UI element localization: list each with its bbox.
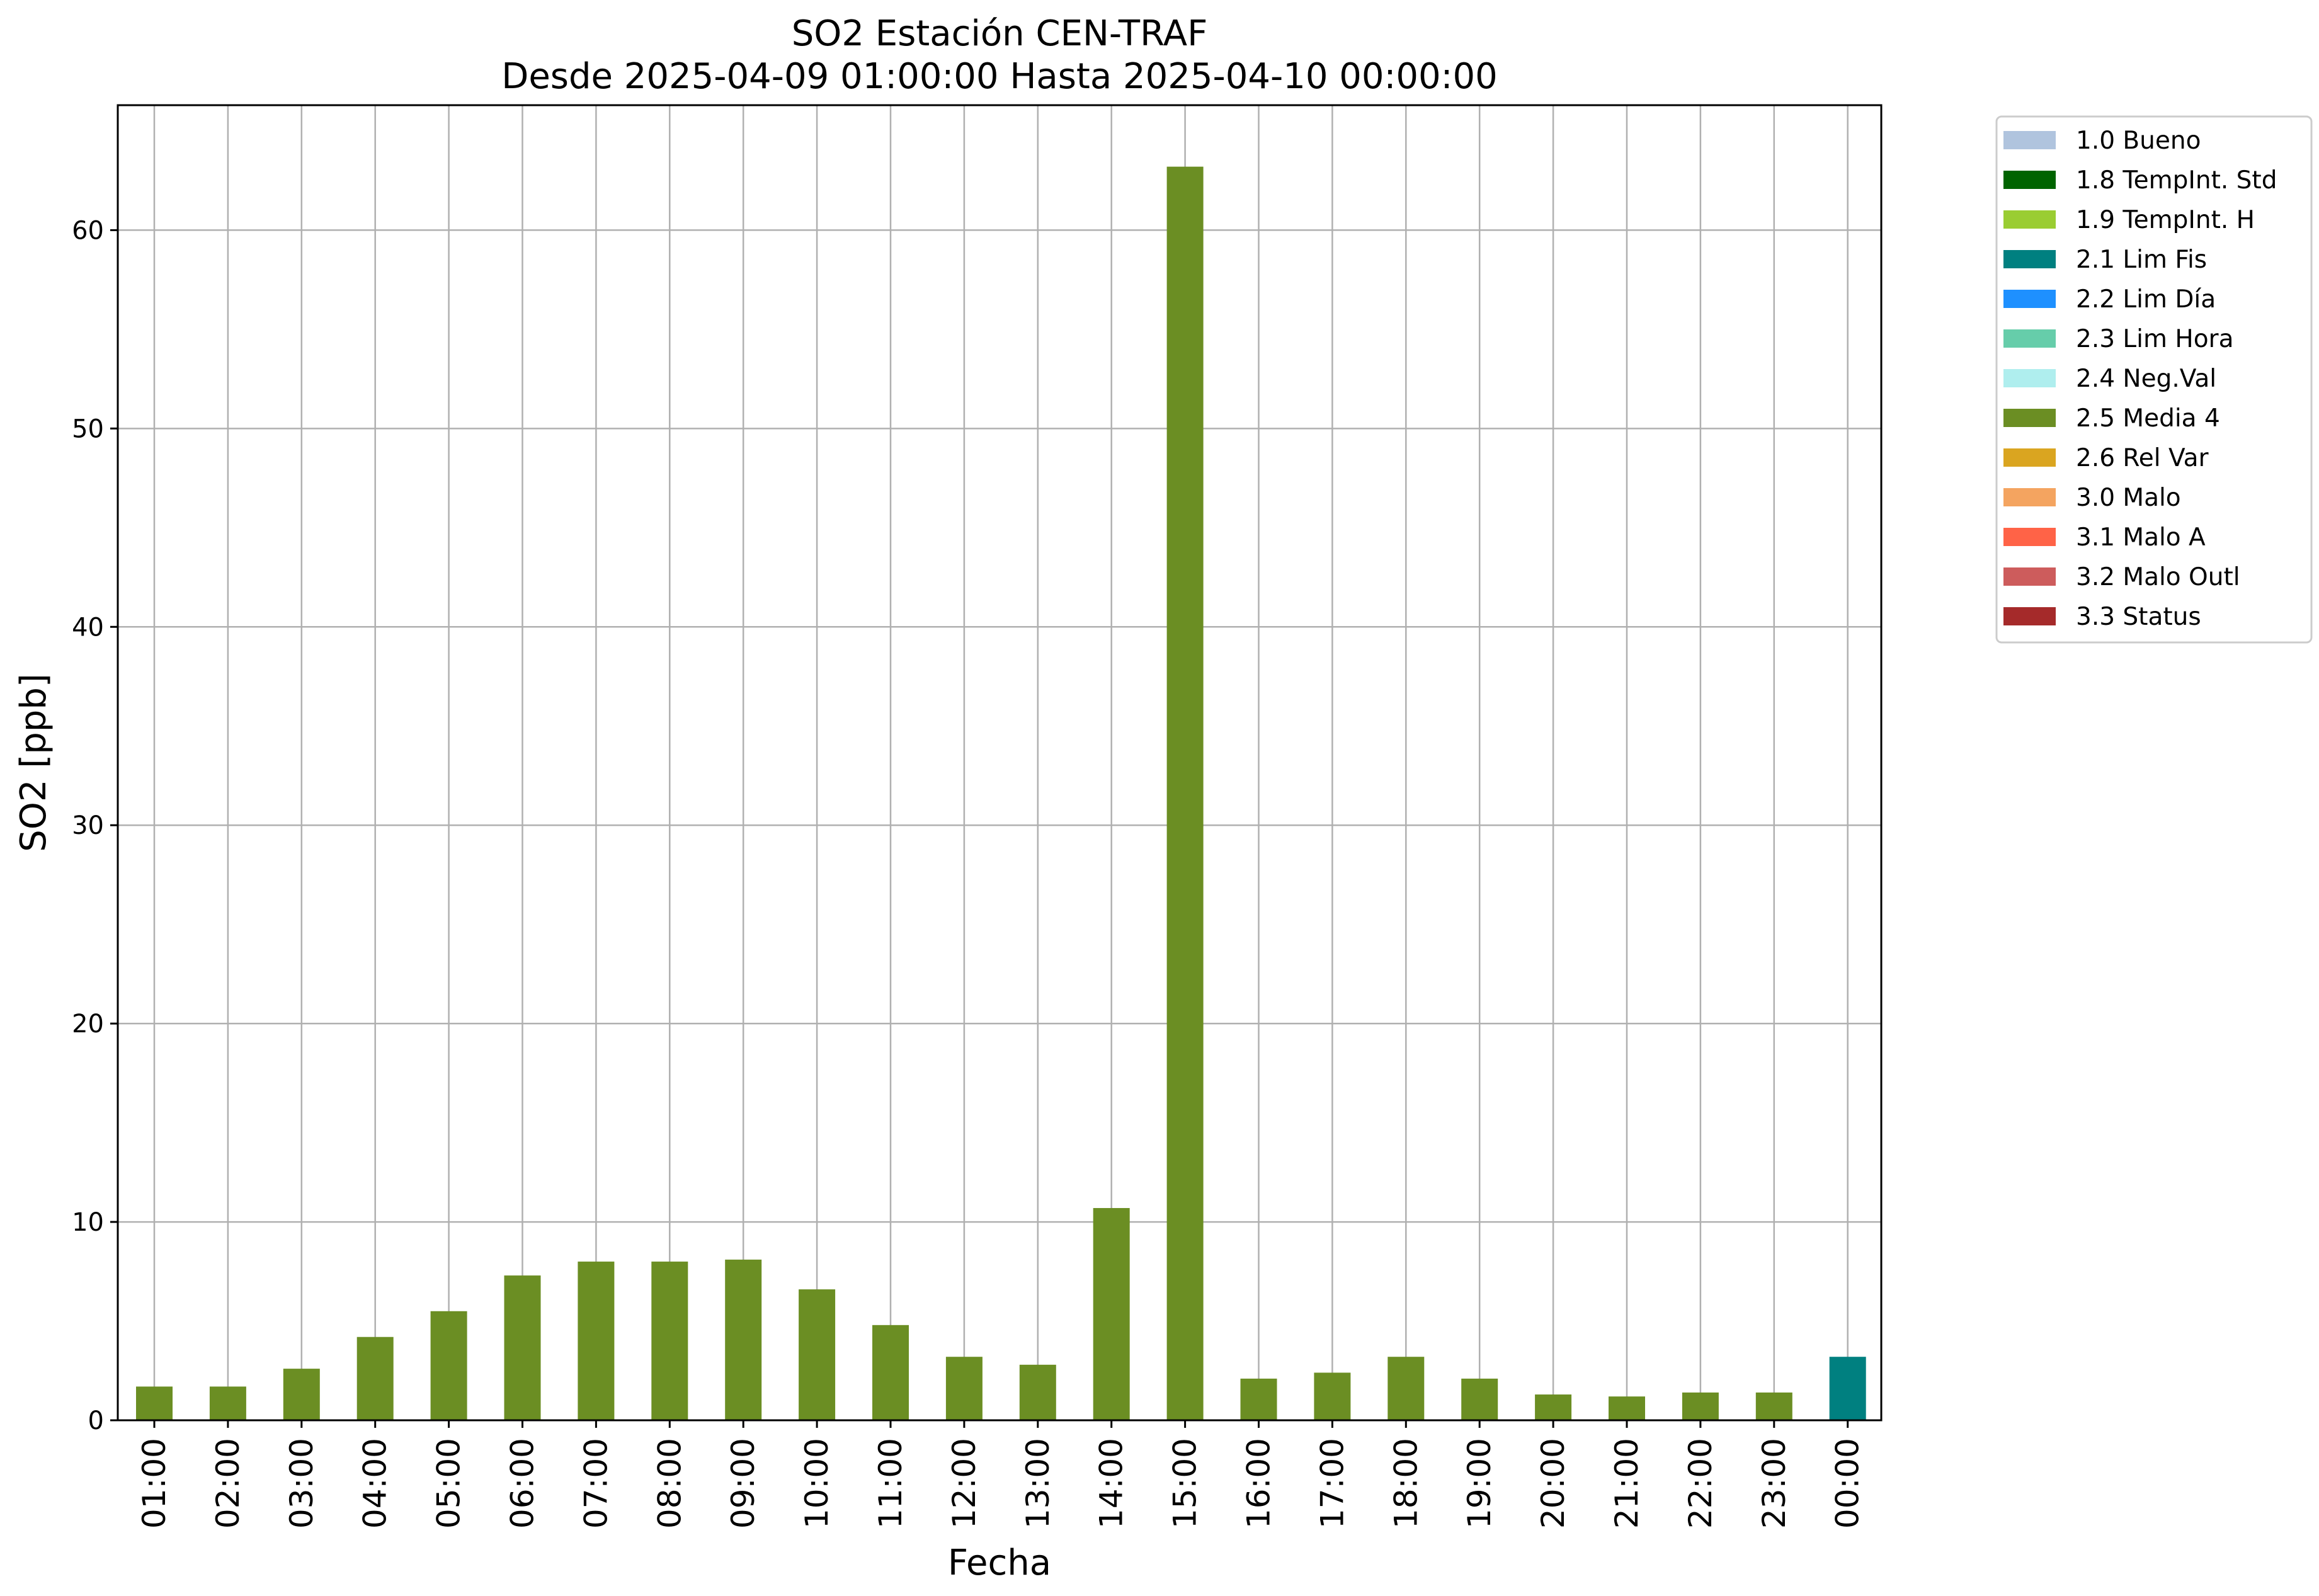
y-tick-label: 60: [72, 216, 104, 245]
x-axis-ticks: 01:00 02:00 03:00 04:00 05:00 06:00 07:00 08:00…: [136, 1420, 1866, 1529]
bar-2100: [1609, 1396, 1645, 1420]
legend-swatch: [2003, 369, 2056, 387]
legend-swatch: [2003, 131, 2056, 149]
bar-2300: [1755, 1392, 1792, 1420]
bar-2200: [1682, 1392, 1719, 1420]
y-tick-label: 0: [88, 1406, 104, 1435]
x-tick-label: 04:00: [357, 1438, 394, 1529]
y-tick-label: 50: [72, 414, 104, 443]
legend-entry-label: 3.1 Malo A: [2076, 523, 2206, 552]
x-tick-label: 20:00: [1535, 1438, 1571, 1529]
bar-1000: [799, 1289, 836, 1420]
bar-0700: [578, 1262, 615, 1420]
bar-2000: [1535, 1394, 1572, 1420]
legend-entry-label: 1.8 TempInt. Std: [2076, 166, 2277, 195]
legend-entry-label: 2.4 Neg.Val: [2076, 365, 2216, 393]
bar-1200: [945, 1357, 983, 1420]
legend-entry-label: 2.3 Lim Hora: [2076, 325, 2234, 353]
legend-swatch: [2003, 210, 2056, 229]
bar-1900: [1461, 1378, 1498, 1420]
bar-1300: [1019, 1364, 1056, 1420]
legend-entry-label: 2.5 Media 4: [2076, 404, 2220, 433]
legend-swatch: [2003, 409, 2056, 427]
x-tick-label: 11:00: [872, 1438, 909, 1529]
x-tick-label: 08:00: [651, 1438, 688, 1529]
x-tick-label: 12:00: [946, 1438, 983, 1529]
legend-entry-label: 2.1 Lim Fis: [2076, 246, 2207, 274]
x-tick-label: 22:00: [1682, 1438, 1719, 1529]
y-axis-label: SO2 [ppb]: [13, 673, 54, 852]
x-tick-label: 07:00: [578, 1438, 614, 1529]
x-tick-label: 03:00: [283, 1438, 320, 1529]
x-tick-label: 00:00: [1830, 1438, 1866, 1529]
x-tick-label: 19:00: [1461, 1438, 1498, 1529]
bar-0200: [209, 1386, 246, 1420]
bar-0800: [651, 1262, 688, 1420]
legend-entry-label: 3.2 Malo Outl: [2076, 563, 2240, 591]
legend-entry-label: 1.0 Bueno: [2076, 127, 2201, 155]
bar-1800: [1387, 1357, 1425, 1420]
bar-0500: [430, 1311, 467, 1420]
legend-swatch: [2003, 448, 2056, 467]
x-tick-label: 10:00: [799, 1438, 835, 1529]
so2-bar-chart: SO2 Estación CEN-TRAF Desde 2025-04-09 0…: [13, 13, 2313, 1583]
bar-0100: [136, 1386, 173, 1420]
legend-swatch: [2003, 488, 2056, 506]
legend-swatch: [2003, 528, 2056, 546]
x-tick-label: 01:00: [136, 1438, 173, 1529]
x-tick-label: 02:00: [210, 1438, 246, 1529]
bar-0400: [356, 1337, 394, 1420]
x-tick-label: 17:00: [1314, 1438, 1350, 1529]
x-tick-label: 16:00: [1241, 1438, 1277, 1529]
bars: [136, 166, 1866, 1421]
x-tick-label: 23:00: [1756, 1438, 1792, 1529]
y-tick-label: 40: [72, 613, 104, 642]
x-axis-label: Fecha: [948, 1542, 1051, 1583]
x-tick-label: 15:00: [1167, 1438, 1204, 1529]
x-tick-label: 13:00: [1020, 1438, 1056, 1529]
legend-entry-label: 2.6 Rel Var: [2076, 444, 2209, 472]
legend-entry-label: 3.3 Status: [2076, 603, 2201, 631]
bar-0300: [283, 1369, 320, 1420]
legend-swatch: [2003, 567, 2056, 586]
legend-swatch: [2003, 290, 2056, 308]
legend-swatch: [2003, 250, 2056, 268]
legend: 1.0 Bueno 1.8 TempInt. Std 1.9 TempInt. H 2…: [1995, 115, 2313, 644]
x-tick-label: 09:00: [725, 1438, 761, 1529]
bar-1600: [1240, 1378, 1277, 1420]
legend-swatch: [2003, 171, 2056, 189]
bar-0000: [1829, 1357, 1866, 1420]
plot-frame: [117, 104, 1883, 1422]
grid-lines: [118, 105, 1881, 1422]
x-tick-label: 14:00: [1093, 1438, 1130, 1529]
legend-entry-label: 2.2 Lim Día: [2076, 285, 2216, 314]
x-tick-label: 18:00: [1387, 1438, 1424, 1529]
bar-0900: [725, 1259, 762, 1420]
bar-0600: [504, 1275, 541, 1420]
chart-subtitle: Desde 2025-04-09 01:00:00 Hasta 2025-04-…: [501, 56, 1498, 97]
bar-1100: [872, 1325, 909, 1420]
x-tick-label: 06:00: [504, 1438, 541, 1529]
bar-1700: [1314, 1372, 1351, 1420]
x-tick-label: 21:00: [1609, 1438, 1645, 1529]
y-tick-label: 10: [72, 1208, 104, 1237]
y-tick-label: 30: [72, 811, 104, 840]
legend-entry-label: 1.9 TempInt. H: [2076, 206, 2255, 234]
bar-1500: [1166, 166, 1204, 1421]
legend-entry-label: 3.0 Malo: [2076, 484, 2181, 512]
bar-1400: [1093, 1208, 1130, 1420]
y-axis-ticks: 0 10 20 30 40 50 60: [72, 216, 118, 1435]
legend-swatch: [2003, 329, 2056, 348]
chart-title: SO2 Estación CEN-TRAF: [792, 13, 1208, 54]
x-tick-label: 05:00: [431, 1438, 467, 1529]
y-tick-label: 20: [72, 1010, 104, 1039]
legend-swatch: [2003, 607, 2056, 625]
